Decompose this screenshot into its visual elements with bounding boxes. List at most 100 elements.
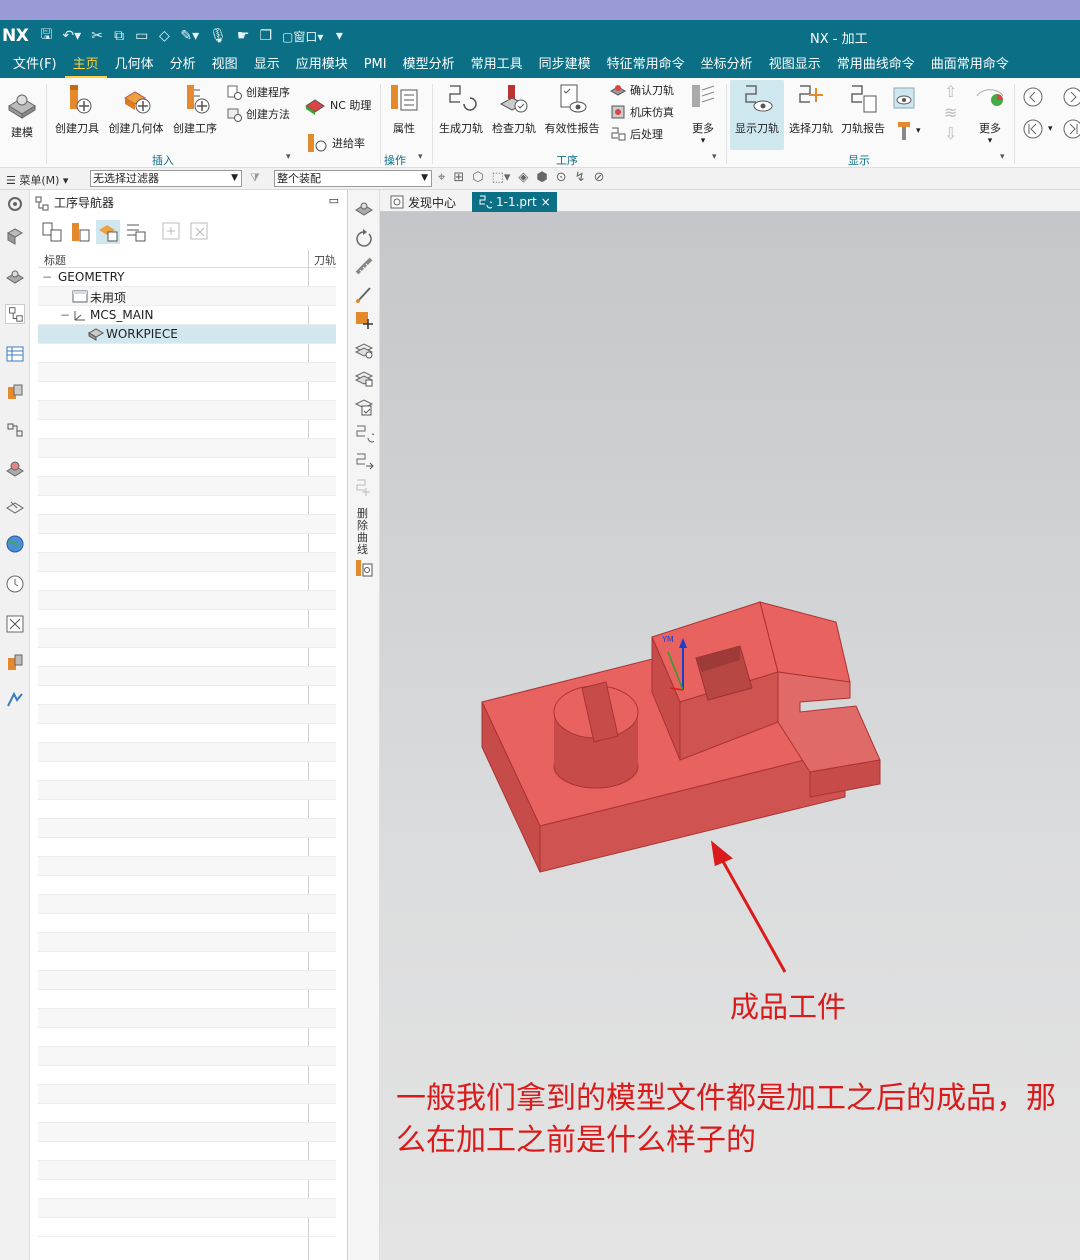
- more-process-button[interactable]: 更多 ▾: [686, 82, 720, 146]
- microphone-icon[interactable]: 🎙: [209, 28, 227, 44]
- menu-home[interactable]: 主页: [64, 52, 107, 78]
- tab-discovery-center[interactable]: 发现中心: [384, 192, 462, 212]
- select-feature-icon[interactable]: ⊞: [453, 170, 464, 185]
- disabled-tool-icon[interactable]: [354, 478, 374, 498]
- cut-icon[interactable]: ✂: [91, 28, 103, 44]
- display-option-1[interactable]: [892, 86, 916, 110]
- create-geometry-button[interactable]: 创建几何体: [106, 82, 166, 136]
- create-tool-button[interactable]: 创建刀具: [50, 82, 104, 136]
- switch-window-icon[interactable]: ❐: [259, 28, 272, 44]
- menu-model-analysis[interactable]: 模型分析: [395, 52, 463, 78]
- menu-geometry[interactable]: 几何体: [107, 52, 162, 78]
- group-process-dropdown[interactable]: ▾: [712, 152, 717, 162]
- measure-icon[interactable]: [354, 256, 374, 276]
- layer-order-buttons[interactable]: ⇧ ≋ ⇩: [944, 82, 957, 143]
- operation-navigator-icon[interactable]: [5, 304, 25, 324]
- type-filter-select[interactable]: 无选择过滤器 ▼: [90, 170, 242, 187]
- menu-feature-commands[interactable]: 特征常用命令: [599, 52, 693, 78]
- hide-path-icon[interactable]: ⊘: [594, 170, 605, 185]
- nc-assistant-button[interactable]: NC 助理: [304, 94, 371, 116]
- menu-file[interactable]: 文件(F): [0, 52, 65, 78]
- stack-settings-icon[interactable]: [354, 340, 374, 360]
- assembly-scope-select[interactable]: 整个装配 ▼: [274, 170, 432, 187]
- tree-row-workpiece[interactable]: WORKPIECE: [38, 325, 336, 344]
- regenerate-icon[interactable]: [354, 424, 374, 444]
- collapse-toggle[interactable]: −: [42, 270, 52, 284]
- wireframe-icon[interactable]: ⬢: [536, 170, 547, 185]
- tab-part-file[interactable]: 1-1.prt ×: [472, 192, 557, 212]
- process-navigator-icon[interactable]: [5, 420, 25, 440]
- feed-rate-button[interactable]: 进给率: [306, 132, 365, 154]
- display-tool-button[interactable]: ▾: [896, 120, 921, 142]
- part-navigator-icon[interactable]: [5, 266, 25, 286]
- menu-view[interactable]: 视图: [204, 52, 246, 78]
- menu-display[interactable]: 显示: [246, 52, 288, 78]
- tree-row-unused[interactable]: 未用项: [38, 287, 336, 306]
- customize-icon[interactable]: ▾: [333, 28, 345, 44]
- menu-view-display[interactable]: 视图显示: [761, 52, 829, 78]
- move-icon[interactable]: [354, 310, 374, 330]
- graphics-viewport[interactable]: YM 成品工件 一般我们拿到的模型文件都是加工之后的成品，那么在加工之前是什么样…: [380, 212, 1080, 1260]
- column-title[interactable]: 标题: [44, 252, 66, 268]
- settings-icon[interactable]: [5, 194, 25, 214]
- tree-row-geometry[interactable]: − GEOMETRY: [38, 268, 336, 287]
- delete-icon[interactable]: ◇: [158, 28, 170, 44]
- group-display-dropdown[interactable]: ▾: [1000, 152, 1005, 162]
- collapse-toggle-mcs[interactable]: −: [60, 308, 70, 322]
- create-program-button[interactable]: 创建程序: [226, 84, 290, 100]
- program-order-view-icon[interactable]: [40, 220, 64, 244]
- tree-row-mcs-main[interactable]: − MCS_MAIN: [38, 306, 336, 325]
- verify-toolpath-button[interactable]: 确认刀轨: [610, 82, 674, 98]
- remove-item-icon[interactable]: [188, 220, 212, 244]
- first-view-button[interactable]: ▾: [1022, 118, 1053, 140]
- brush-icon[interactable]: [354, 284, 374, 304]
- create-operation-button[interactable]: 创建工序: [168, 82, 222, 136]
- hd3d-tools-icon[interactable]: [5, 496, 25, 516]
- group-insert-dropdown[interactable]: ▾: [286, 152, 291, 162]
- pen-icon[interactable]: ✎▾: [180, 28, 199, 44]
- add-item-icon[interactable]: [160, 220, 184, 244]
- menu-analysis[interactable]: 分析: [162, 52, 204, 78]
- save-icon[interactable]: 🖫: [40, 24, 52, 48]
- column-toolpath[interactable]: 刀轨: [314, 252, 336, 268]
- process-tools-icon[interactable]: [5, 614, 25, 634]
- create-method-button[interactable]: 创建方法: [226, 106, 290, 122]
- menu-button[interactable]: ☰ 菜单(M) ▾: [6, 172, 68, 188]
- undo-icon[interactable]: ↶▾: [62, 28, 81, 44]
- next-view-button[interactable]: [1062, 86, 1080, 108]
- menu-curve-commands[interactable]: 常用曲线命令: [829, 52, 923, 78]
- paste-icon[interactable]: ▭: [135, 28, 148, 44]
- 3d-view-icon[interactable]: [354, 198, 374, 218]
- menu-applications[interactable]: 应用模块: [288, 52, 356, 78]
- show-toolpath-button[interactable]: 显示刀轨: [730, 80, 784, 150]
- history-icon[interactable]: [5, 574, 25, 594]
- menu-sync-modeling[interactable]: 同步建模: [531, 52, 599, 78]
- menu-surface-commands[interactable]: 曲面常用命令: [923, 52, 1017, 78]
- toolpath-report-button[interactable]: 刀轨报告: [838, 82, 888, 136]
- modeling-button[interactable]: 建模: [4, 86, 40, 140]
- check-toolpath-button[interactable]: 检查刀轨: [488, 82, 540, 136]
- machine-tool-view-icon[interactable]: [68, 220, 92, 244]
- machining-method-view-icon[interactable]: [124, 220, 148, 244]
- rotate-icon[interactable]: [354, 228, 374, 248]
- machine-tool-navigator-icon[interactable]: [5, 344, 25, 364]
- reuse-library-icon[interactable]: [5, 458, 25, 478]
- window-menu[interactable]: ▢窗口▾: [282, 28, 323, 45]
- menu-coordinate-analysis[interactable]: 坐标分析: [693, 52, 761, 78]
- shaded-icon[interactable]: ◈: [518, 170, 528, 185]
- toolpath-list-icon[interactable]: [354, 558, 374, 578]
- machine-sim-button[interactable]: 机床仿真: [610, 104, 674, 120]
- filter-funnel-icon[interactable]: ⧩: [250, 171, 260, 185]
- show-mcs-icon[interactable]: ⊙: [556, 170, 567, 185]
- generate-toolpath-button[interactable]: 生成刀轨: [436, 82, 486, 136]
- select-body-icon[interactable]: ⬡: [472, 170, 483, 185]
- group-operation-dropdown[interactable]: ▾: [418, 152, 423, 162]
- web-browser-icon[interactable]: [5, 534, 25, 554]
- select-toolpath-button[interactable]: 选择刀轨: [786, 82, 836, 136]
- copy-icon[interactable]: ⧉: [113, 28, 125, 44]
- snap-point-icon[interactable]: ⌖: [438, 170, 445, 185]
- show-path-icon[interactable]: ↯: [575, 170, 586, 185]
- maximize-panel-icon[interactable]: ▭: [329, 194, 339, 207]
- more-display-button[interactable]: 更多 ▾: [972, 82, 1008, 146]
- post-process-button[interactable]: 后处理: [610, 126, 663, 142]
